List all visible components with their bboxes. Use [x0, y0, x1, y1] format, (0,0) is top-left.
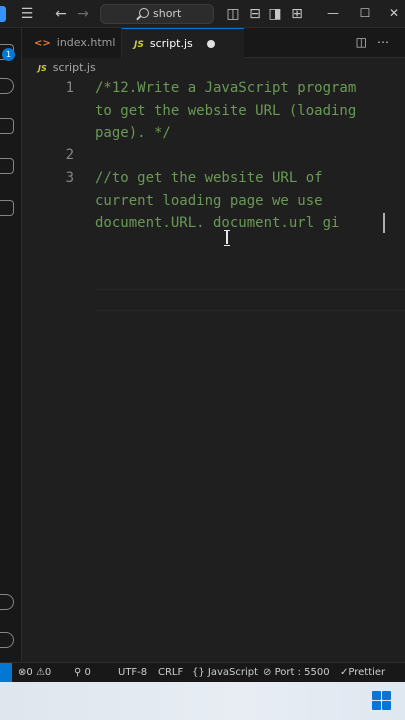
minimize-button[interactable]: — [326, 6, 340, 20]
code-line[interactable]: //to get the website URL of current load… [95, 167, 339, 235]
editor-tabs: <> index.html JS script.js ◫⋯ [22, 28, 405, 58]
code-line[interactable]: /*12.Write a JavaScript program to get t… [95, 77, 356, 145]
ibeam-pointer-icon [224, 230, 230, 246]
html-file-icon: <> [34, 38, 51, 49]
tab-script-js[interactable]: JS script.js [122, 28, 244, 58]
ports-indicator[interactable]: ⚲ 0 [74, 663, 91, 682]
toggle-panel-icon[interactable]: ⊟ [246, 5, 264, 23]
status-bar: ⊗0 ⚠0 ⚲ 0 UTF-8 CRLF {} JavaScript ⊘ Por… [0, 662, 405, 682]
settings-gear-icon[interactable] [0, 632, 14, 648]
windows-start-icon[interactable] [372, 691, 392, 711]
encoding-indicator[interactable]: UTF-8 [118, 663, 147, 682]
extensions-icon[interactable] [0, 200, 14, 216]
back-arrow-icon[interactable]: ← [52, 5, 70, 23]
code-text: //to get the website URL of [95, 170, 323, 186]
search-view-icon[interactable] [0, 78, 14, 94]
search-text: short [153, 7, 182, 20]
menu-icon[interactable]: ☰ [18, 5, 36, 23]
tab-label: script.js [149, 37, 193, 50]
warning-count: 0 [44, 667, 52, 678]
line-number: 3 [65, 170, 74, 186]
toggle-sidebar-icon[interactable]: ◫ [224, 5, 242, 23]
customize-layout-icon[interactable]: ⊞ [288, 5, 306, 23]
command-center-search[interactable]: short [100, 4, 214, 24]
formatter-label: Prettier [348, 667, 386, 678]
remote-indicator[interactable] [0, 663, 12, 682]
code-text: page). */ [95, 125, 171, 141]
prettier-status[interactable]: ✓Prettier [340, 663, 385, 682]
text-cursor [383, 213, 385, 233]
source-control-icon[interactable] [0, 118, 14, 134]
language-label: JavaScript [207, 667, 259, 678]
warning-icon: ⚠ [35, 667, 45, 678]
braces-icon: {} [192, 667, 205, 678]
toggle-secondary-sidebar-icon[interactable]: ◨ [266, 5, 284, 23]
editor-actions: ◫⋯ [356, 35, 399, 49]
maximize-button[interactable]: ☐ [358, 6, 372, 20]
breadcrumb-file[interactable]: script.js [53, 61, 96, 74]
ports-count: 0 [84, 667, 91, 678]
radio-tower-icon: ⊘ [263, 667, 272, 678]
account-icon[interactable] [0, 594, 14, 610]
activity-bar: 1 [0, 28, 22, 662]
unsaved-dot-icon[interactable] [207, 40, 215, 48]
code-text: /*12.Write a JavaScript program [95, 80, 357, 96]
port-label: Port : 5500 [274, 667, 330, 678]
title-bar: ☰ ← → short ◫ ⊟ ◨ ⊞ — ☐ ✕ [0, 0, 405, 28]
forward-arrow-icon[interactable]: → [74, 5, 92, 23]
current-line-highlight [95, 289, 405, 311]
line-number: 1 [65, 80, 74, 96]
code-text: current loading page we use [95, 192, 323, 209]
error-count: 0 [26, 667, 33, 678]
eol-indicator[interactable]: CRLF [158, 663, 183, 682]
live-server-port[interactable]: ⊘ Port : 5500 [263, 663, 330, 682]
js-file-icon: JS [134, 40, 144, 50]
js-file-icon: JS [38, 64, 47, 73]
line-number: 2 [65, 147, 74, 163]
tab-index-html[interactable]: <> index.html [22, 28, 122, 58]
code-text: document.URL. document.url gi [95, 215, 340, 231]
code-editor[interactable]: 1 /*12.Write a JavaScript program to get… [22, 78, 405, 662]
explorer-badge: 1 [2, 48, 15, 61]
problems-indicator[interactable]: ⊗0 ⚠0 [18, 663, 51, 682]
more-actions-icon[interactable]: ⋯ [377, 35, 399, 49]
vscode-logo-icon [0, 6, 6, 22]
os-taskbar [0, 682, 405, 720]
search-icon [139, 8, 149, 18]
breadcrumb: JS script.js [22, 58, 405, 78]
run-debug-icon[interactable] [0, 158, 14, 174]
split-editor-icon[interactable]: ◫ [356, 35, 377, 49]
tab-label: index.html [56, 36, 116, 49]
close-window-button[interactable]: ✕ [387, 6, 401, 20]
code-text: to get the website URL (loading [95, 102, 357, 119]
language-mode[interactable]: {} JavaScript [192, 663, 258, 682]
broadcast-icon: ⚲ [74, 667, 82, 678]
